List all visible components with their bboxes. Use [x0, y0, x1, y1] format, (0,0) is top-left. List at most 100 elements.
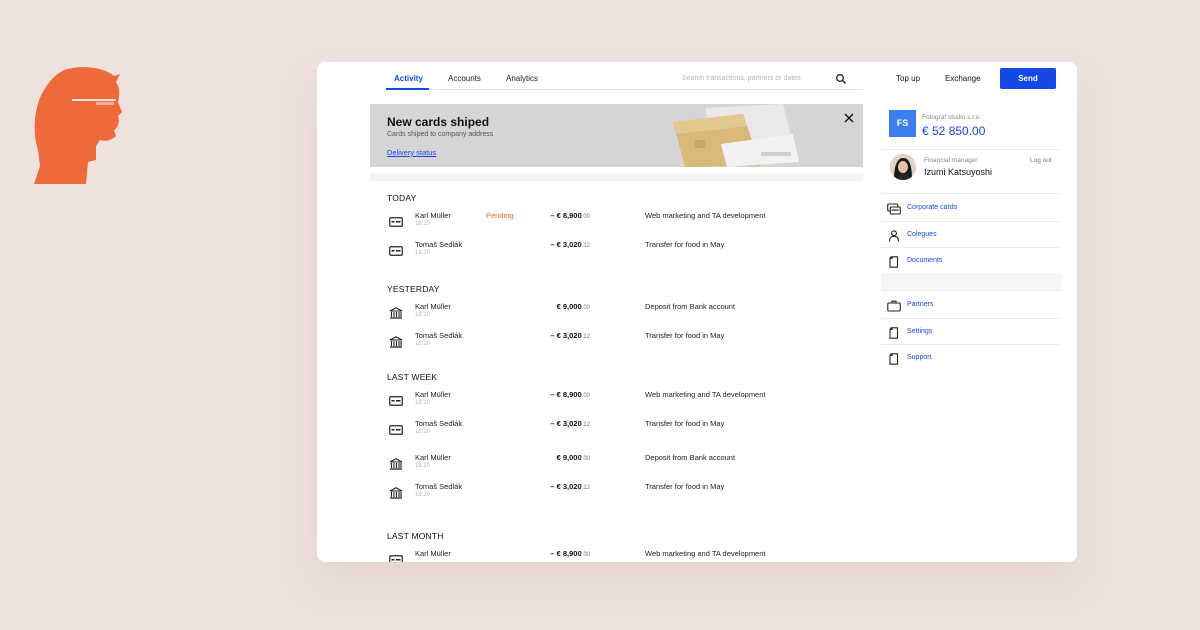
- amount-cents: .12: [581, 485, 590, 491]
- top-up-button[interactable]: Top up: [896, 74, 920, 83]
- transaction-amount: – € 8,900.00: [522, 390, 590, 399]
- transaction-row[interactable]: Karl Müller 18:20 Pending – € 8,900.00 W…: [370, 211, 863, 235]
- menu-item-label: Corporate cards: [907, 204, 958, 211]
- brand-logo-icon: [34, 67, 122, 184]
- menu-item-label: Settings: [907, 328, 933, 335]
- cards-illustration-icon: [673, 104, 799, 167]
- transaction-name: Karl Müller: [415, 549, 451, 558]
- banner-subtitle: Cards shiped to company address: [387, 131, 494, 138]
- group-title: TODAY: [387, 193, 417, 203]
- group-title: LAST MONTH: [387, 531, 444, 541]
- menu-item-label: Colegues: [907, 231, 937, 238]
- menu-item-partners[interactable]: Partners: [881, 292, 1061, 318]
- amount-main: – € 3,020: [550, 240, 582, 249]
- card-icon: [389, 423, 403, 435]
- transaction-row[interactable]: Karl Müller – € 8,900.00 Web marketing a…: [370, 549, 863, 562]
- amount-main: – € 8,900: [550, 211, 582, 220]
- transaction-name: Tomaš Sedlák: [415, 331, 463, 340]
- search-input[interactable]: Search transactions, partners or dates: [682, 75, 801, 82]
- card-icon: [389, 394, 403, 406]
- amount-main: € 9,000: [556, 302, 582, 311]
- transaction-amount: – € 3,020.12: [522, 419, 590, 428]
- document-icon: [887, 352, 901, 365]
- amount-main: € 9,000: [556, 453, 582, 462]
- transaction-row[interactable]: Karl Müller 18:20 – € 8,900.00 Web marke…: [370, 390, 863, 414]
- cards-shipped-banner: New cards shiped Cards shiped to company…: [370, 104, 863, 167]
- transaction-time: 18:20: [415, 400, 431, 406]
- transaction-time: 18:20: [415, 221, 431, 227]
- document-icon: [887, 255, 901, 268]
- transaction-amount: – € 3,020.12: [522, 240, 590, 249]
- menu-item-documents[interactable]: Documents: [881, 247, 1061, 273]
- card-icon: [389, 553, 403, 562]
- company-name: Fotograf studio s.r.o: [922, 114, 980, 121]
- transaction-amount: – € 3,020.12: [522, 331, 590, 340]
- transaction-amount: € 9,000.00: [522, 302, 590, 311]
- tab-accounts[interactable]: Accounts: [448, 74, 481, 83]
- transaction-description: Transfer for food in May: [645, 482, 725, 491]
- tab-analytics[interactable]: Analytics: [506, 74, 538, 83]
- transaction-row[interactable]: Tomaš Sedlák 18:20 – € 3,020.12 Transfer…: [370, 419, 863, 443]
- active-tab-indicator: [386, 88, 429, 90]
- transaction-time: 18:20: [415, 492, 431, 498]
- transaction-row[interactable]: Tomaš Sedlák 18:20 – € 3,020.12 Transfer…: [370, 482, 863, 506]
- primary-menu: Corporate cards Colegues Documents: [881, 193, 1061, 273]
- account-summary[interactable]: FS Fotograf studio s.r.o € 52 850.00: [881, 105, 1061, 142]
- transaction-name: Karl Müller: [415, 390, 451, 399]
- group-title: LAST WEEK: [387, 372, 438, 382]
- card-icon: [389, 215, 403, 227]
- right-sidebar: Top up Exchange Send FS Fotograf studio …: [881, 62, 1061, 562]
- amount-cents: .12: [581, 334, 590, 340]
- bank-icon: [389, 457, 403, 470]
- transaction-name: Karl Müller: [415, 211, 451, 220]
- menu-item-support[interactable]: Support: [881, 344, 1061, 370]
- transactions-list: TODAY Karl Müller 18:20 Pending – € 8,90…: [370, 181, 863, 562]
- amount-cents: .12: [581, 243, 590, 249]
- transaction-amount: – € 8,900.00: [522, 211, 590, 220]
- menu-item-corporate-cards[interactable]: Corporate cards: [881, 195, 1061, 221]
- send-button[interactable]: Send: [1000, 68, 1056, 89]
- amount-cents: .00: [581, 456, 590, 462]
- amount-cents: .00: [581, 305, 590, 311]
- menu-item-colegues[interactable]: Colegues: [881, 221, 1061, 247]
- person-icon: [887, 229, 901, 242]
- menu-item-label: Documents: [907, 257, 943, 264]
- bank-icon: [389, 335, 403, 348]
- transaction-description: Transfer for food in May: [645, 240, 725, 249]
- transaction-amount: – € 3,020.12: [522, 482, 590, 491]
- transaction-row[interactable]: Karl Müller 18:20 € 9,000.00 Deposit fro…: [370, 302, 863, 326]
- amount-cents: .12: [581, 422, 590, 428]
- bank-icon: [389, 486, 403, 499]
- exchange-button[interactable]: Exchange: [945, 74, 981, 83]
- user-profile: Financial manager Izumi Katsuyoshi Log o…: [881, 149, 1061, 186]
- transaction-time: 18:20: [415, 341, 431, 347]
- user-role: Financial manager: [924, 157, 978, 164]
- transaction-description: Web marketing and TA development: [645, 549, 766, 558]
- menu-item-settings[interactable]: Settings: [881, 318, 1061, 344]
- card-icon: [389, 244, 403, 256]
- group-title: YESTERDAY: [387, 284, 440, 294]
- delivery-status-link[interactable]: Delivery status: [387, 148, 436, 157]
- transaction-name: Tomaš Sedlák: [415, 482, 463, 491]
- main-column: Activity Accounts Analytics Search trans…: [370, 62, 863, 562]
- banner-title: New cards shiped: [387, 115, 490, 129]
- transaction-row[interactable]: Tomaš Sedlák 18:20 – € 3,020.12 Transfer…: [370, 240, 863, 264]
- menu-gap: [881, 273, 1061, 290]
- transaction-time: 18:20: [415, 429, 431, 435]
- tab-activity[interactable]: Activity: [394, 74, 423, 83]
- transaction-amount: – € 8,900.00: [522, 549, 590, 558]
- transaction-description: Deposit from Bank account: [645, 453, 736, 462]
- cards-icon: [887, 202, 901, 215]
- transaction-description: Deposit from Bank account: [645, 302, 736, 311]
- logout-link[interactable]: Log out: [1030, 157, 1052, 164]
- search-icon[interactable]: [835, 73, 847, 85]
- app-window: Activity Accounts Analytics Search trans…: [317, 62, 1077, 562]
- transaction-row[interactable]: Karl Müller 18:20 € 9,000.00 Deposit fro…: [370, 453, 863, 477]
- transaction-description: Web marketing and TA development: [645, 211, 766, 220]
- amount-main: – € 8,900: [550, 549, 582, 558]
- transaction-description: Transfer for food in May: [645, 331, 725, 340]
- menu-item-label: Partners: [907, 301, 934, 308]
- close-icon[interactable]: [842, 111, 856, 125]
- panel-gap: [370, 173, 863, 181]
- transaction-row[interactable]: Tomaš Sedlák 18:20 – € 3,020.12 Transfer…: [370, 331, 863, 355]
